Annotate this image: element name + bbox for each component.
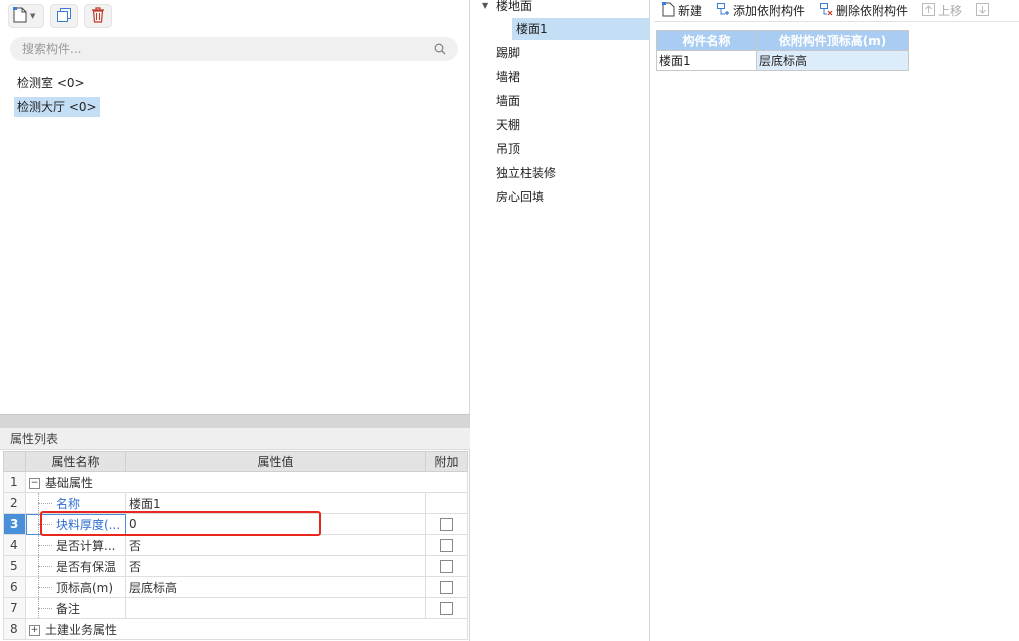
header-property-value[interactable]: 属性值 xyxy=(125,451,426,472)
new-button-label: 新建 xyxy=(678,4,703,18)
table-row[interactable]: 5 是否有保温 否 xyxy=(3,555,468,577)
extra-cell xyxy=(425,492,468,514)
row-number: 6 xyxy=(3,576,26,598)
property-name-cell[interactable]: 顶标高(m) xyxy=(25,576,126,598)
tree-item-inspection-room[interactable]: 检测室 <0> xyxy=(14,73,88,93)
move-down-button[interactable] xyxy=(976,2,990,19)
property-value-cell[interactable]: 否 xyxy=(125,555,426,577)
add-attached-button[interactable]: 添加依附构件 xyxy=(716,2,805,19)
app-window: ▼ 检测室 <0> 检测大厅 <0> 属性列表 xyxy=(0,0,1019,641)
extra-checkbox[interactable] xyxy=(440,518,453,531)
tree-item-floor-1[interactable]: 楼面1 xyxy=(512,18,650,40)
table-row[interactable]: 楼面1 层底标高 xyxy=(656,50,909,71)
component-list-panel: ▼ 检测室 <0> 检测大厅 <0> 属性列表 xyxy=(0,0,470,641)
extra-checkbox[interactable] xyxy=(440,581,453,594)
property-name-label: 名称 xyxy=(56,496,81,511)
header-component-name[interactable]: 构件名称 xyxy=(656,30,757,51)
table-row[interactable]: 4 是否计算... 否 xyxy=(3,534,468,556)
attached-toolbar: 新建 添加依附构件 删除依附构件 上移 xyxy=(654,0,1019,22)
extra-checkbox[interactable] xyxy=(440,539,453,552)
table-row[interactable]: 7 备注 xyxy=(3,597,468,619)
tree-item-inspection-hall[interactable]: 检测大厅 <0> xyxy=(14,97,100,117)
collapse-icon[interactable]: − xyxy=(29,477,40,489)
search-box xyxy=(10,37,458,61)
tree-item-skirting[interactable]: 踢脚 xyxy=(496,42,520,64)
highlight-annotation xyxy=(40,511,321,536)
category-tree-panel: ▼ 楼地面 楼面1 踢脚 墙裙 墙面 天棚 吊顶 独立柱装修 房心回填 xyxy=(474,0,650,641)
row-number: 5 xyxy=(3,555,26,577)
attached-components-panel: 新建 添加依附构件 删除依附构件 上移 构件名称 依附构件顶标高(m) 楼面1 … xyxy=(654,0,1019,641)
panel-splitter[interactable] xyxy=(0,414,470,428)
new-file-icon xyxy=(13,6,27,26)
tree-item-dado[interactable]: 墙裙 xyxy=(496,66,520,88)
table-row[interactable]: 6 顶标高(m) 层底标高 xyxy=(3,576,468,598)
extra-checkbox[interactable] xyxy=(440,560,453,573)
arrow-up-icon xyxy=(922,2,936,19)
trash-icon xyxy=(91,6,105,26)
property-group-civil[interactable]: + 土建业务属性 xyxy=(25,618,468,640)
chevron-down-icon[interactable]: ▼ xyxy=(30,12,35,20)
property-value-cell[interactable]: 否 xyxy=(125,534,426,556)
property-name-cell[interactable]: 是否有保温 xyxy=(25,555,126,577)
extra-cell xyxy=(425,513,468,535)
row-number: 1 xyxy=(3,471,26,493)
component-name-cell[interactable]: 楼面1 xyxy=(656,50,757,71)
table-row[interactable]: 1 − 基础属性 xyxy=(3,471,468,493)
new-file-icon xyxy=(662,1,675,20)
property-group-label: 基础属性 xyxy=(45,475,94,490)
component-toolbar: ▼ xyxy=(8,3,112,29)
tree-item-label: 楼地面 xyxy=(496,0,533,13)
tree-item-column-finish[interactable]: 独立柱装修 xyxy=(496,162,556,184)
property-name-cell[interactable]: 备注 xyxy=(25,597,126,619)
property-name-label: 备注 xyxy=(56,601,81,616)
property-value-cell[interactable] xyxy=(125,597,426,619)
tree-item-wall-surface[interactable]: 墙面 xyxy=(496,90,520,112)
property-list-title: 属性列表 xyxy=(0,428,470,450)
row-number: 3 xyxy=(3,513,26,535)
property-name-cell[interactable]: 是否计算... xyxy=(25,534,126,556)
top-elevation-cell[interactable]: 层底标高 xyxy=(756,50,909,71)
tree-item-floor[interactable]: ▼ 楼地面 xyxy=(482,0,533,17)
extra-checkbox[interactable] xyxy=(440,602,453,615)
row-number: 7 xyxy=(3,597,26,619)
expand-icon[interactable]: + xyxy=(29,624,40,636)
new-button[interactable]: 新建 xyxy=(662,1,703,20)
add-attached-label: 添加依附构件 xyxy=(733,4,806,18)
row-number: 4 xyxy=(3,534,26,556)
row-number: 2 xyxy=(3,492,26,514)
tree-item-suspended-ceiling[interactable]: 吊顶 xyxy=(496,138,520,160)
extra-cell xyxy=(425,534,468,556)
tree-item-backfill[interactable]: 房心回填 xyxy=(496,186,544,208)
delete-attached-button[interactable]: 删除依附构件 xyxy=(819,2,908,19)
extra-cell xyxy=(425,597,468,619)
delete-attached-icon xyxy=(819,2,833,19)
add-attached-icon xyxy=(716,2,730,19)
extra-cell xyxy=(425,555,468,577)
move-up-label: 上移 xyxy=(938,4,963,18)
search-input[interactable] xyxy=(22,41,422,57)
property-group-label: 土建业务属性 xyxy=(45,622,118,637)
arrow-down-icon xyxy=(976,2,990,19)
delete-attached-label: 删除依附构件 xyxy=(836,4,909,18)
extra-cell xyxy=(425,576,468,598)
header-property-name[interactable]: 属性名称 xyxy=(25,451,126,472)
table-row[interactable]: 8 + 土建业务属性 xyxy=(3,618,468,640)
property-value-cell[interactable]: 层底标高 xyxy=(125,576,426,598)
attached-components-table: 构件名称 依附构件顶标高(m) 楼面1 层底标高 xyxy=(656,30,909,71)
property-table: 属性名称 属性值 附加 1 − 基础属性 2 名称 楼面1 3 块料厚度(...… xyxy=(3,451,468,640)
row-number: 8 xyxy=(3,618,26,640)
search-icon[interactable] xyxy=(434,43,446,58)
new-component-button[interactable]: ▼ xyxy=(8,4,44,28)
tree-item-ceiling[interactable]: 天棚 xyxy=(496,114,520,136)
delete-button[interactable] xyxy=(84,4,112,28)
header-row-number xyxy=(3,451,26,472)
move-up-button[interactable]: 上移 xyxy=(922,2,962,19)
expand-triangle-icon[interactable]: ▼ xyxy=(482,0,488,12)
copy-button[interactable] xyxy=(50,4,78,28)
header-extra[interactable]: 附加 xyxy=(425,451,468,472)
property-group-basic[interactable]: − 基础属性 xyxy=(25,471,468,493)
header-attached-top-elevation[interactable]: 依附构件顶标高(m) xyxy=(756,30,909,51)
copy-icon xyxy=(56,7,72,26)
